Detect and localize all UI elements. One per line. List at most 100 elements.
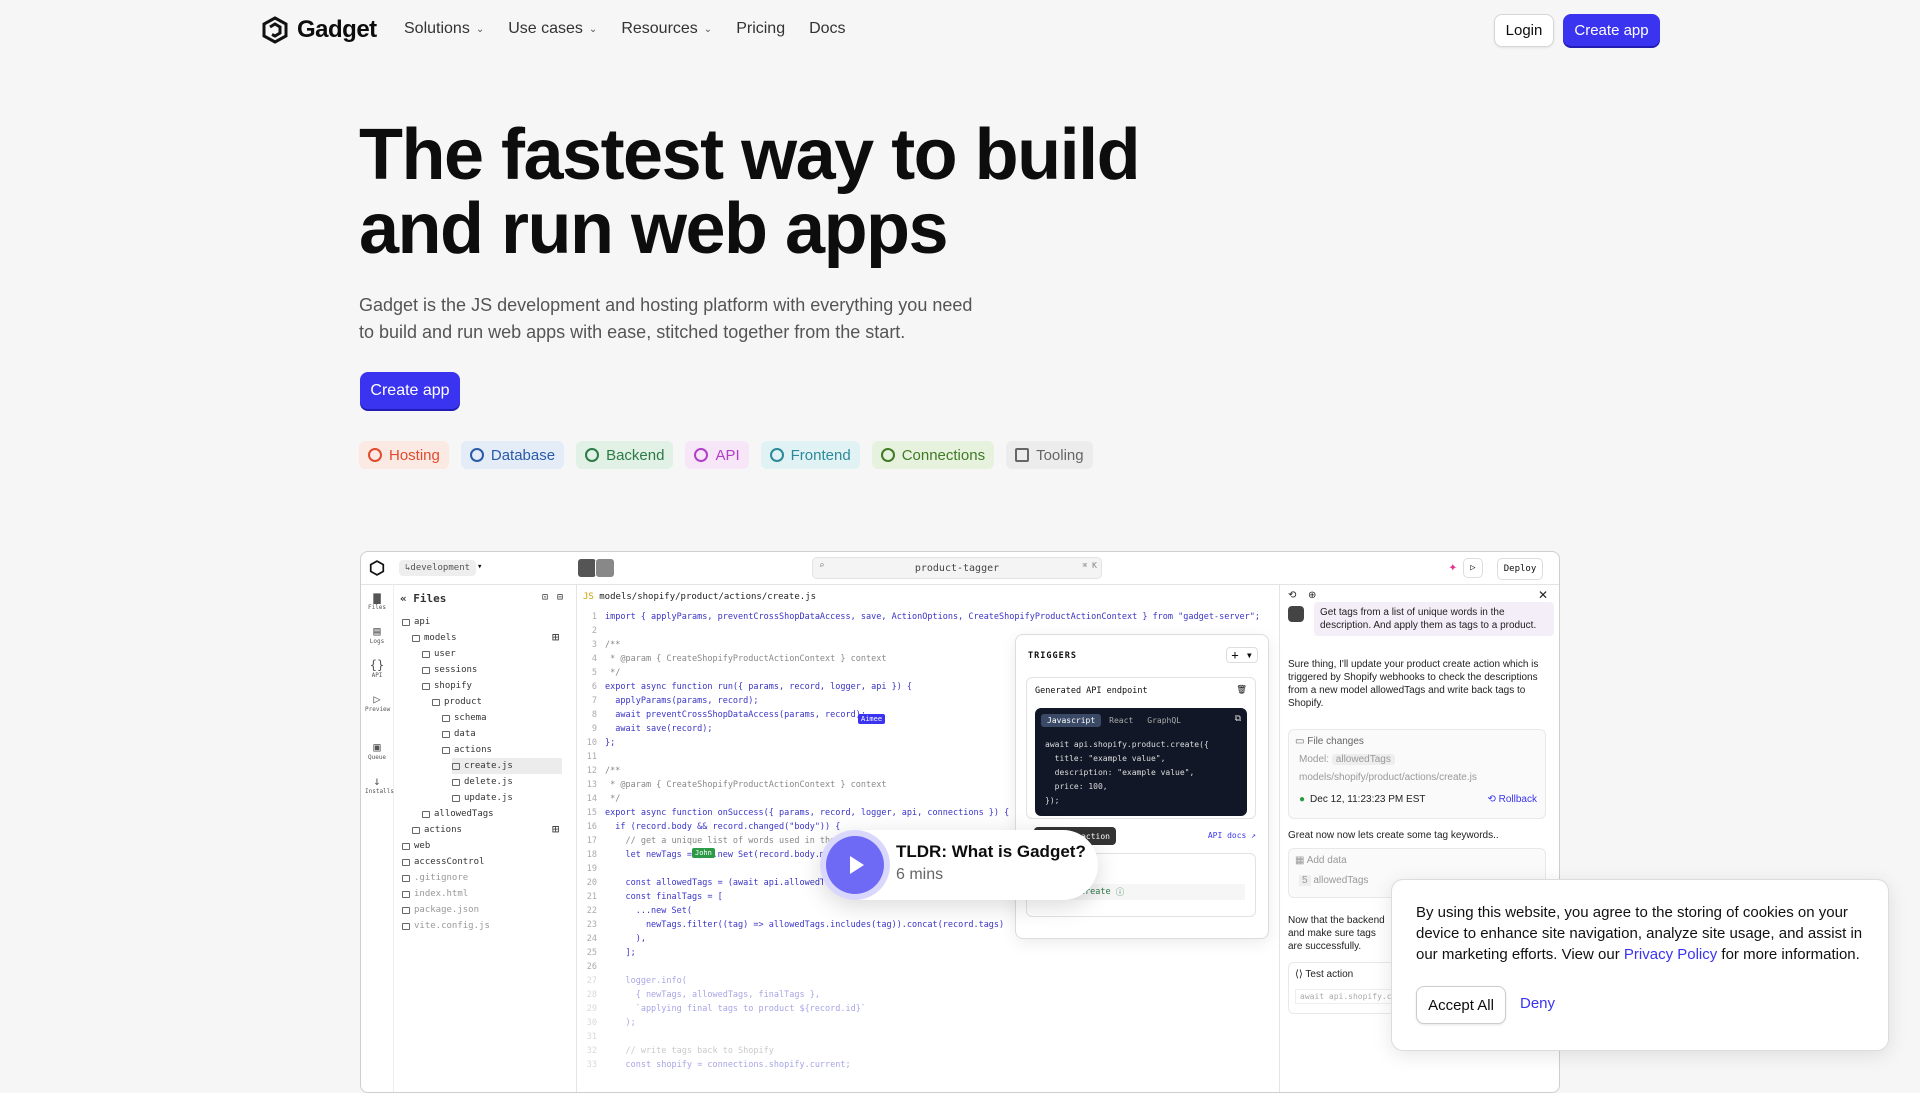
close-icon[interactable]: ✕	[1538, 588, 1548, 602]
code-line: 9 await save(record);	[577, 724, 713, 738]
rollback-button[interactable]: ⟲ Rollback	[1487, 794, 1537, 805]
file-tree-item[interactable]: models	[412, 630, 457, 646]
endpoint-code-line: description: "example value",	[1045, 768, 1195, 777]
trash-icon[interactable]: 🗑	[1236, 685, 1247, 695]
deploy-button[interactable]: Deploy	[1497, 558, 1543, 580]
folder-icon	[422, 682, 430, 690]
code-line: 24 ),	[577, 934, 646, 948]
app-search[interactable]: ⌕ product-tagger ⌘ K	[812, 557, 1102, 579]
line-number: 7	[591, 696, 597, 706]
environment-selector[interactable]: ↳ development	[399, 560, 477, 576]
code-text: const shopify = connections.shopify.curr…	[605, 1060, 851, 1070]
file-tree-label: vite.config.js	[414, 921, 490, 931]
file-tree-item[interactable]: vite.config.js	[402, 918, 490, 934]
file-tree-item[interactable]: user	[422, 646, 456, 662]
editor-path-text: models/shopify/product/actions/create.js	[599, 592, 817, 602]
rail-files[interactable]: ▆ Files	[365, 590, 389, 611]
brand-logo[interactable]: Gadget	[261, 16, 377, 44]
rail-logs[interactable]: ▤ Logs	[365, 624, 389, 645]
new-file-icon[interactable]: ⊡	[542, 592, 548, 603]
play-icon[interactable]	[826, 836, 884, 894]
deny-button[interactable]: Deny	[1520, 995, 1555, 1012]
code-line: 2	[577, 626, 605, 640]
file-tree-item[interactable]: web	[402, 838, 430, 854]
code-line: 7 applyParams(params, record);	[577, 696, 759, 710]
api-docs-link[interactable]: API docs ↗	[1208, 831, 1256, 840]
main-menu: Solutions ⌄ Use cases ⌄ Resources ⌄ Pricing…	[404, 20, 846, 38]
file-tree-item[interactable]: schema	[442, 710, 487, 726]
chip-tooling[interactable]: Tooling	[1006, 441, 1093, 469]
cookie-text-after: for more information.	[1717, 946, 1860, 963]
file-path-row: models/shopify/product/actions/create.js	[1299, 772, 1477, 783]
file-tree-item[interactable]: accessControl	[402, 854, 484, 870]
copy-icon[interactable]: ⧉	[1235, 714, 1241, 724]
file-tree-item[interactable]: delete.js	[452, 774, 513, 790]
menu-solutions[interactable]: Solutions ⌄	[404, 20, 484, 38]
menu-resources[interactable]: Resources ⌄	[621, 20, 712, 38]
code-text: await save(record);	[605, 724, 713, 734]
new-folder-icon[interactable]: ⊟	[557, 592, 563, 603]
file-tree-label: web	[414, 841, 431, 851]
create-app-button-nav[interactable]: Create app	[1563, 14, 1660, 46]
file-tree-item[interactable]: product	[432, 694, 482, 710]
file-tree-item[interactable]: index.html	[402, 886, 468, 902]
file-tree-item[interactable]: create.js	[452, 758, 562, 774]
tldr-duration: 6 mins	[896, 866, 944, 883]
add-action-icon[interactable]: ⊞	[552, 822, 559, 836]
file-tree-item[interactable]: package.json	[402, 902, 479, 918]
tab-react[interactable]: React	[1103, 714, 1139, 727]
file-tree-item[interactable]: sessions	[422, 662, 477, 678]
rail-queue[interactable]: ▣ Queue	[365, 740, 389, 761]
preview-play-button[interactable]: ▷	[1463, 558, 1483, 578]
file-tree-item[interactable]: actions	[412, 822, 462, 838]
create-app-button-hero[interactable]: Create app	[360, 372, 460, 409]
menu-docs[interactable]: Docs	[809, 20, 845, 38]
file-tree-item[interactable]: update.js	[452, 790, 513, 806]
file-tree-item[interactable]: shopify	[422, 678, 472, 694]
file-icon	[452, 794, 460, 802]
rail-api[interactable]: {} API	[365, 658, 389, 679]
menu-use-cases[interactable]: Use cases ⌄	[508, 20, 597, 38]
file-tree-item[interactable]: actions	[442, 742, 492, 758]
tldr-video-card[interactable]: TLDR: What is Gadget? 6 mins	[820, 830, 1098, 900]
rail-label: Logs	[369, 638, 385, 645]
line-number: 8	[591, 710, 597, 720]
file-tree-item[interactable]: allowedTags	[422, 806, 494, 822]
line-number: 24	[586, 934, 597, 944]
code-line: 14 */	[577, 794, 621, 808]
code-line: 25 ];	[577, 948, 636, 962]
tab-javascript[interactable]: Javascript	[1041, 714, 1102, 727]
rail-preview[interactable]: ▷ Preview	[365, 692, 390, 713]
frontend-icon	[769, 448, 784, 462]
history-icon[interactable]: ⟲	[1288, 590, 1296, 601]
chip-hosting[interactable]: Hosting	[359, 441, 449, 469]
line-number: 20	[586, 878, 597, 888]
tldr-title: TLDR: What is Gadget?	[896, 842, 1086, 861]
line-number: 3	[591, 640, 597, 650]
tab-graphql[interactable]: GraphQL	[1141, 714, 1187, 727]
chip-database[interactable]: Database	[460, 441, 565, 469]
new-chat-icon[interactable]: ⊕	[1308, 590, 1316, 601]
accept-all-button[interactable]: Accept All	[1416, 986, 1506, 1024]
ai-sparkle-icon[interactable]: ✦	[1449, 559, 1457, 575]
menu-pricing[interactable]: Pricing	[736, 20, 785, 38]
privacy-policy-link[interactable]: Privacy Policy	[1624, 946, 1717, 963]
code-line: 33 const shopify = connections.shopify.c…	[577, 1060, 851, 1074]
file-tree-item[interactable]: .gitignore	[402, 870, 468, 886]
chip-api[interactable]: API	[685, 441, 749, 469]
folder-icon	[442, 714, 450, 722]
file-tree-item[interactable]: data	[442, 726, 476, 742]
app-topbar: ↳ development ▾ ⌕ product-tagger ⌘ K ✦ ▷…	[361, 552, 1559, 585]
chip-backend[interactable]: Backend	[576, 441, 674, 469]
login-button[interactable]: Login	[1494, 14, 1554, 47]
menu-label: Use cases	[508, 20, 583, 37]
add-model-icon[interactable]: ⊞	[552, 630, 559, 644]
chip-frontend[interactable]: Frontend	[760, 441, 860, 469]
file-changes-title: ▭ File changes	[1295, 736, 1364, 747]
chip-connections[interactable]: Connections	[871, 441, 995, 469]
rail-installs[interactable]: ↓ Installs	[365, 774, 394, 795]
file-tree-item[interactable]: api	[402, 614, 430, 630]
add-trigger-button[interactable]: + ▾	[1226, 647, 1258, 663]
code-text: export async function run({ params, reco…	[605, 682, 913, 692]
code-text: };	[605, 738, 616, 748]
